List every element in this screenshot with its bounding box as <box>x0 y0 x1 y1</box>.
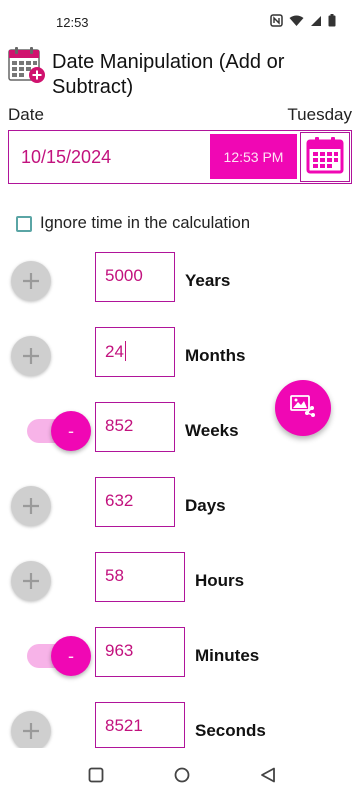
years-label: Years <box>185 271 231 290</box>
weeks-subtract-toggle[interactable]: - <box>27 411 91 451</box>
wifi-icon <box>289 15 304 27</box>
months-add-toggle[interactable] <box>11 336 51 376</box>
status-time: 12:53 <box>56 15 89 30</box>
days-input[interactable]: 632 <box>95 477 175 527</box>
plus-icon <box>21 721 41 741</box>
days-label: Days <box>185 496 226 515</box>
share-image-icon <box>290 394 316 422</box>
hours-input[interactable]: 58 <box>95 552 185 602</box>
date-input-group: 10/15/2024 12:53 PM <box>8 130 352 184</box>
share-image-button[interactable] <box>275 380 331 436</box>
weeks-label: Weeks <box>185 421 239 440</box>
navigation-bar <box>0 748 360 800</box>
plus-icon <box>21 571 41 591</box>
years-add-toggle[interactable] <box>11 261 51 301</box>
date-field[interactable]: 10/15/2024 <box>21 147 111 168</box>
recents-square-icon[interactable] <box>88 767 104 788</box>
calendar-icon <box>305 135 345 180</box>
calendar-add-icon <box>8 46 46 84</box>
months-value: 24 <box>105 342 124 361</box>
back-triangle-icon[interactable] <box>260 767 276 788</box>
weeks-input[interactable]: 852 <box>95 402 175 452</box>
hours-add-toggle[interactable] <box>11 561 51 601</box>
signal-icon <box>310 15 322 27</box>
plus-icon <box>21 496 41 516</box>
calendar-picker-button[interactable] <box>300 132 350 182</box>
text-caret <box>124 341 127 361</box>
nfc-icon <box>270 14 283 27</box>
ignore-time-checkbox[interactable] <box>16 215 32 232</box>
months-input[interactable]: 24 <box>95 327 175 377</box>
seconds-label: Seconds <box>195 721 266 740</box>
minus-icon: - <box>51 636 91 676</box>
status-bar: 12:53 <box>0 0 360 44</box>
battery-icon <box>328 14 336 27</box>
ignore-time-label: Ignore time in the calculation <box>40 214 251 232</box>
home-circle-icon[interactable] <box>174 767 190 788</box>
day-of-week-label: Tuesday <box>287 105 352 124</box>
status-icons <box>270 14 336 27</box>
page-title: Date Manipulation (Add or Subtract) <box>52 51 285 98</box>
time-button[interactable]: 12:53 PM <box>210 134 297 179</box>
seconds-input[interactable]: 8521 <box>95 702 185 748</box>
years-input[interactable]: 5000 <box>95 252 175 302</box>
minus-icon: - <box>51 411 91 451</box>
hours-label: Hours <box>195 571 245 590</box>
seconds-add-toggle[interactable] <box>11 711 51 751</box>
plus-icon <box>21 271 41 291</box>
ignore-time-row[interactable]: Ignore time in the calculation <box>16 214 250 233</box>
months-label: Months <box>185 346 246 365</box>
days-add-toggle[interactable] <box>11 486 51 526</box>
date-label: Date <box>8 105 44 124</box>
minutes-label: Minutes <box>195 646 260 665</box>
plus-icon <box>21 346 41 366</box>
minutes-input[interactable]: 963 <box>95 627 185 677</box>
minutes-subtract-toggle[interactable]: - <box>27 636 91 676</box>
